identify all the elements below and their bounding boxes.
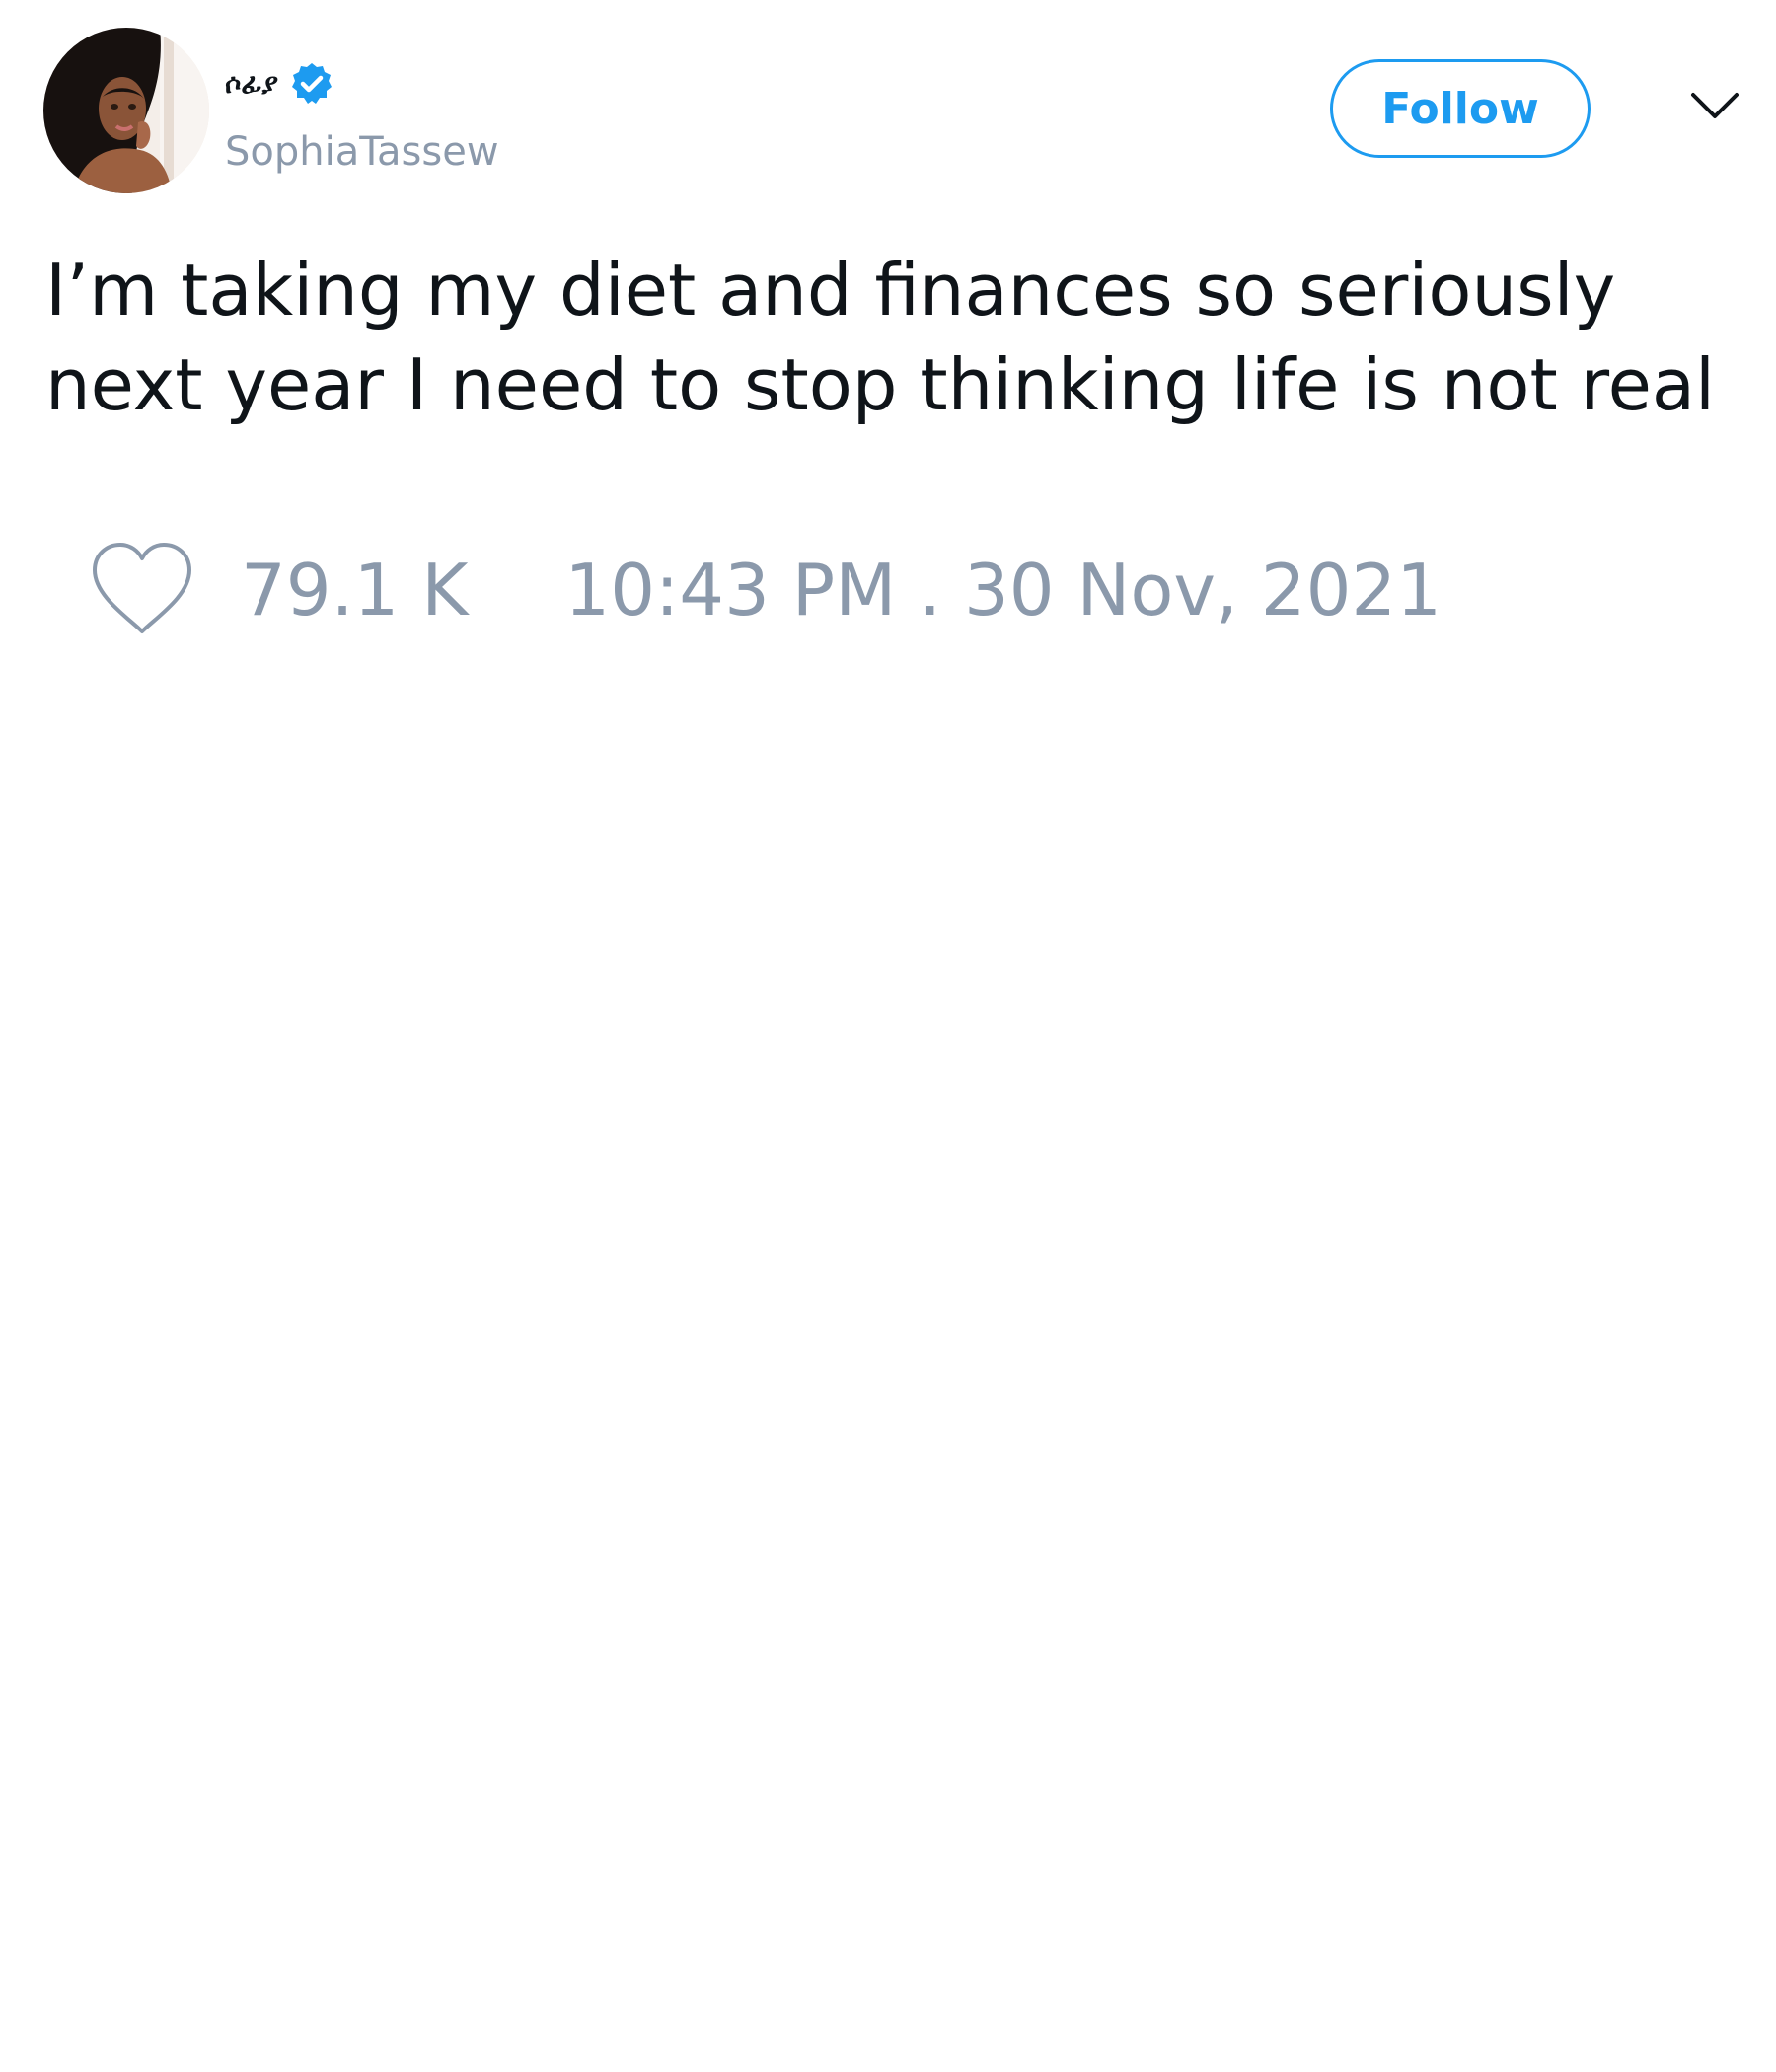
chevron-down-icon[interactable] <box>1689 87 1740 126</box>
avatar[interactable] <box>43 28 209 193</box>
tweet-footer: 79.1 K 10:43 PM . 30 Nov, 2021 <box>89 541 1442 639</box>
display-name[interactable]: ሶፊያ <box>225 57 278 111</box>
follow-button[interactable]: Follow <box>1330 59 1591 158</box>
heart-icon[interactable] <box>89 541 195 639</box>
tweet-card: ሶፊያ SophiaTassew Follow I’m taking my di… <box>0 0 1776 2072</box>
display-name-row: ሶፊያ <box>225 57 335 111</box>
user-handle[interactable]: SophiaTassew <box>225 126 499 178</box>
verified-badge-icon <box>288 60 335 108</box>
profile-photo <box>43 28 209 193</box>
tweet-timestamp[interactable]: 10:43 PM . 30 Nov, 2021 <box>564 541 1442 639</box>
tweet-text: I’m taking my diet and finances so serio… <box>45 249 1715 426</box>
like-count: 79.1 K <box>241 549 469 631</box>
